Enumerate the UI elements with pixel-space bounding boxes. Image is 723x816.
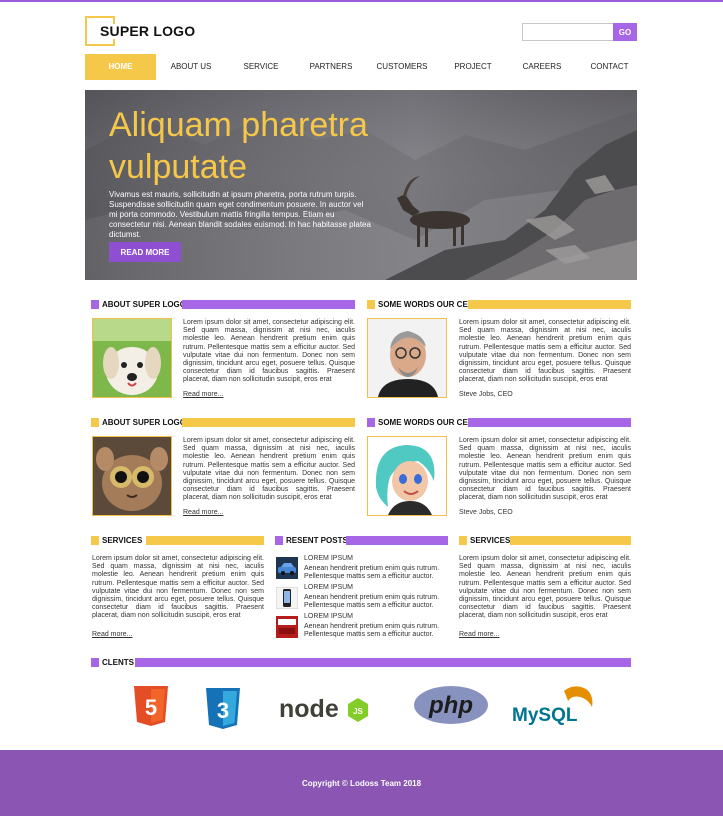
- mysql-logo[interactable]: MySQL: [512, 683, 596, 732]
- nav-customers[interactable]: CUSTOMERS: [366, 54, 438, 80]
- services-text-right: Lorem ipsum dolor sit amet, consectetur …: [459, 555, 631, 620]
- nav-contact[interactable]: CONTACT: [576, 54, 643, 80]
- post-text-2: Aenean hendrerit pretium enim quis rutru…: [304, 594, 440, 610]
- about-heading-2-text: ABOUT SUPER LOGO: [102, 418, 187, 427]
- nav-home[interactable]: HOME: [85, 54, 156, 80]
- services-heading-left-text: SERVICES: [102, 536, 143, 545]
- heading-bar: [135, 658, 631, 667]
- about-heading-text: ABOUT SUPER LOGO: [102, 300, 187, 309]
- services-heading-left: SERVICES: [91, 536, 264, 545]
- nodejs-logo[interactable]: node JS: [279, 694, 371, 729]
- php-logo[interactable]: php: [413, 685, 489, 730]
- tarsier-photo: [92, 436, 172, 516]
- about-text: Lorem ipsum dolor sit amet, consectetur …: [183, 319, 355, 384]
- puppy-photo: [92, 318, 172, 398]
- ceo-caption: Steve Jobs, CEO: [459, 391, 513, 398]
- post-text-3: Aenean hendrerit pretium enim quis rutru…: [304, 623, 440, 639]
- node-word: node: [279, 695, 339, 723]
- services-heading-right-text: SERVICES: [470, 536, 511, 545]
- heading-marker: [367, 300, 375, 309]
- clients-heading: CLENTS: [91, 658, 631, 667]
- about-heading-2: ABOUT SUPER LOGO: [91, 418, 355, 427]
- heading-marker: [91, 418, 99, 427]
- nav-partners[interactable]: PARTNERS: [296, 54, 366, 80]
- main-nav: HOME ABOUT US SERVICE PARTNERS CUSTOMERS…: [85, 54, 637, 80]
- recent-posts-heading: RESENT POSTS: [275, 536, 448, 545]
- heading-bar: [346, 536, 448, 545]
- nav-project[interactable]: PROJECT: [438, 54, 508, 80]
- nav-about-us[interactable]: ABOUT US: [156, 54, 226, 80]
- nav-careers[interactable]: CAREERS: [508, 54, 576, 80]
- heading-marker: [459, 536, 467, 545]
- css3-logo[interactable]: 3: [204, 686, 242, 737]
- hero-text: Vivamus est mauris, sollicitudin at ipsu…: [109, 190, 371, 239]
- hero-title-line1: Aliquam pharetra: [109, 106, 368, 144]
- heading-marker: [275, 536, 283, 545]
- phone-icon[interactable]: [276, 587, 298, 609]
- bbc-news-icon[interactable]: [276, 616, 298, 638]
- heading-bar: [468, 300, 631, 309]
- ceo-photo: [367, 318, 447, 398]
- post-text-1: Aenean hendrerit pretium enim quis rutru…: [304, 565, 440, 581]
- heading-bar: [182, 418, 355, 427]
- post-title-2[interactable]: LOREM IPSUM: [304, 584, 353, 591]
- html5-mark: 5: [145, 695, 157, 720]
- recent-posts-heading-text: RESENT POSTS: [286, 536, 348, 545]
- car-icon[interactable]: [276, 557, 298, 579]
- clients-heading-text: CLENTS: [102, 658, 134, 667]
- ceo-heading: SOME WORDS OUR CEO: [367, 300, 631, 309]
- hero-title: Aliquam pharetra vulputate: [109, 104, 429, 188]
- post-title-3[interactable]: LOREM IPSUM: [304, 613, 353, 620]
- ceo-heading-text: SOME WORDS OUR CEO: [378, 300, 475, 309]
- about-heading: ABOUT SUPER LOGO: [91, 300, 355, 309]
- ceo-text-2: Lorem ipsum dolor sit amet, consectetur …: [459, 437, 631, 502]
- heading-marker: [91, 658, 99, 667]
- footer: Copyright © Lodoss Team 2018: [0, 750, 723, 816]
- hero-title-line2: vulputate: [109, 148, 247, 186]
- copyright-text: Copyright © Lodoss Team 2018: [301, 779, 422, 788]
- ceo-heading-2-text: SOME WORDS OUR CEO: [378, 418, 475, 427]
- services-right-read-more-link[interactable]: Read more...: [459, 631, 499, 638]
- heading-bar: [510, 536, 631, 545]
- mysql-word: MySQL: [512, 705, 578, 726]
- heading-bar: [468, 418, 631, 427]
- heading-marker: [91, 300, 99, 309]
- top-accent-line: [0, 0, 723, 2]
- ceo-caption-2: Steve Jobs, CEO: [459, 509, 513, 516]
- read-more-button[interactable]: READ MORE: [109, 242, 181, 262]
- about-read-more-link[interactable]: Read more...: [183, 391, 223, 398]
- html5-logo[interactable]: 5: [132, 684, 170, 733]
- css3-mark: 3: [217, 698, 229, 723]
- nav-service[interactable]: SERVICE: [226, 54, 296, 80]
- heading-marker: [367, 418, 375, 427]
- about-read-more-link-2[interactable]: Read more...: [183, 509, 223, 516]
- cartoon-girl-photo: [367, 436, 447, 516]
- ceo-heading-2: SOME WORDS OUR CEO: [367, 418, 631, 427]
- ceo-text: Lorem ipsum dolor sit amet, consectetur …: [459, 319, 631, 384]
- node-js-mark: JS: [353, 707, 363, 716]
- about-text-2: Lorem ipsum dolor sit amet, consectetur …: [183, 437, 355, 502]
- search-input[interactable]: [522, 23, 616, 41]
- services-left-read-more-link[interactable]: Read more...: [92, 631, 132, 638]
- hero-banner: Aliquam pharetra vulputate Vivamus est m…: [85, 90, 637, 280]
- services-heading-right: SERVICES: [459, 536, 631, 545]
- heading-bar: [146, 536, 264, 545]
- heading-bar: [182, 300, 355, 309]
- php-word: php: [428, 692, 473, 719]
- heading-marker: [91, 536, 99, 545]
- services-text-left: Lorem ipsum dolor sit amet, consectetur …: [92, 555, 264, 620]
- search-button[interactable]: GO: [613, 23, 637, 41]
- site-logo[interactable]: SUPER LOGO: [100, 24, 198, 39]
- post-title-1[interactable]: LOREM IPSUM: [304, 555, 353, 562]
